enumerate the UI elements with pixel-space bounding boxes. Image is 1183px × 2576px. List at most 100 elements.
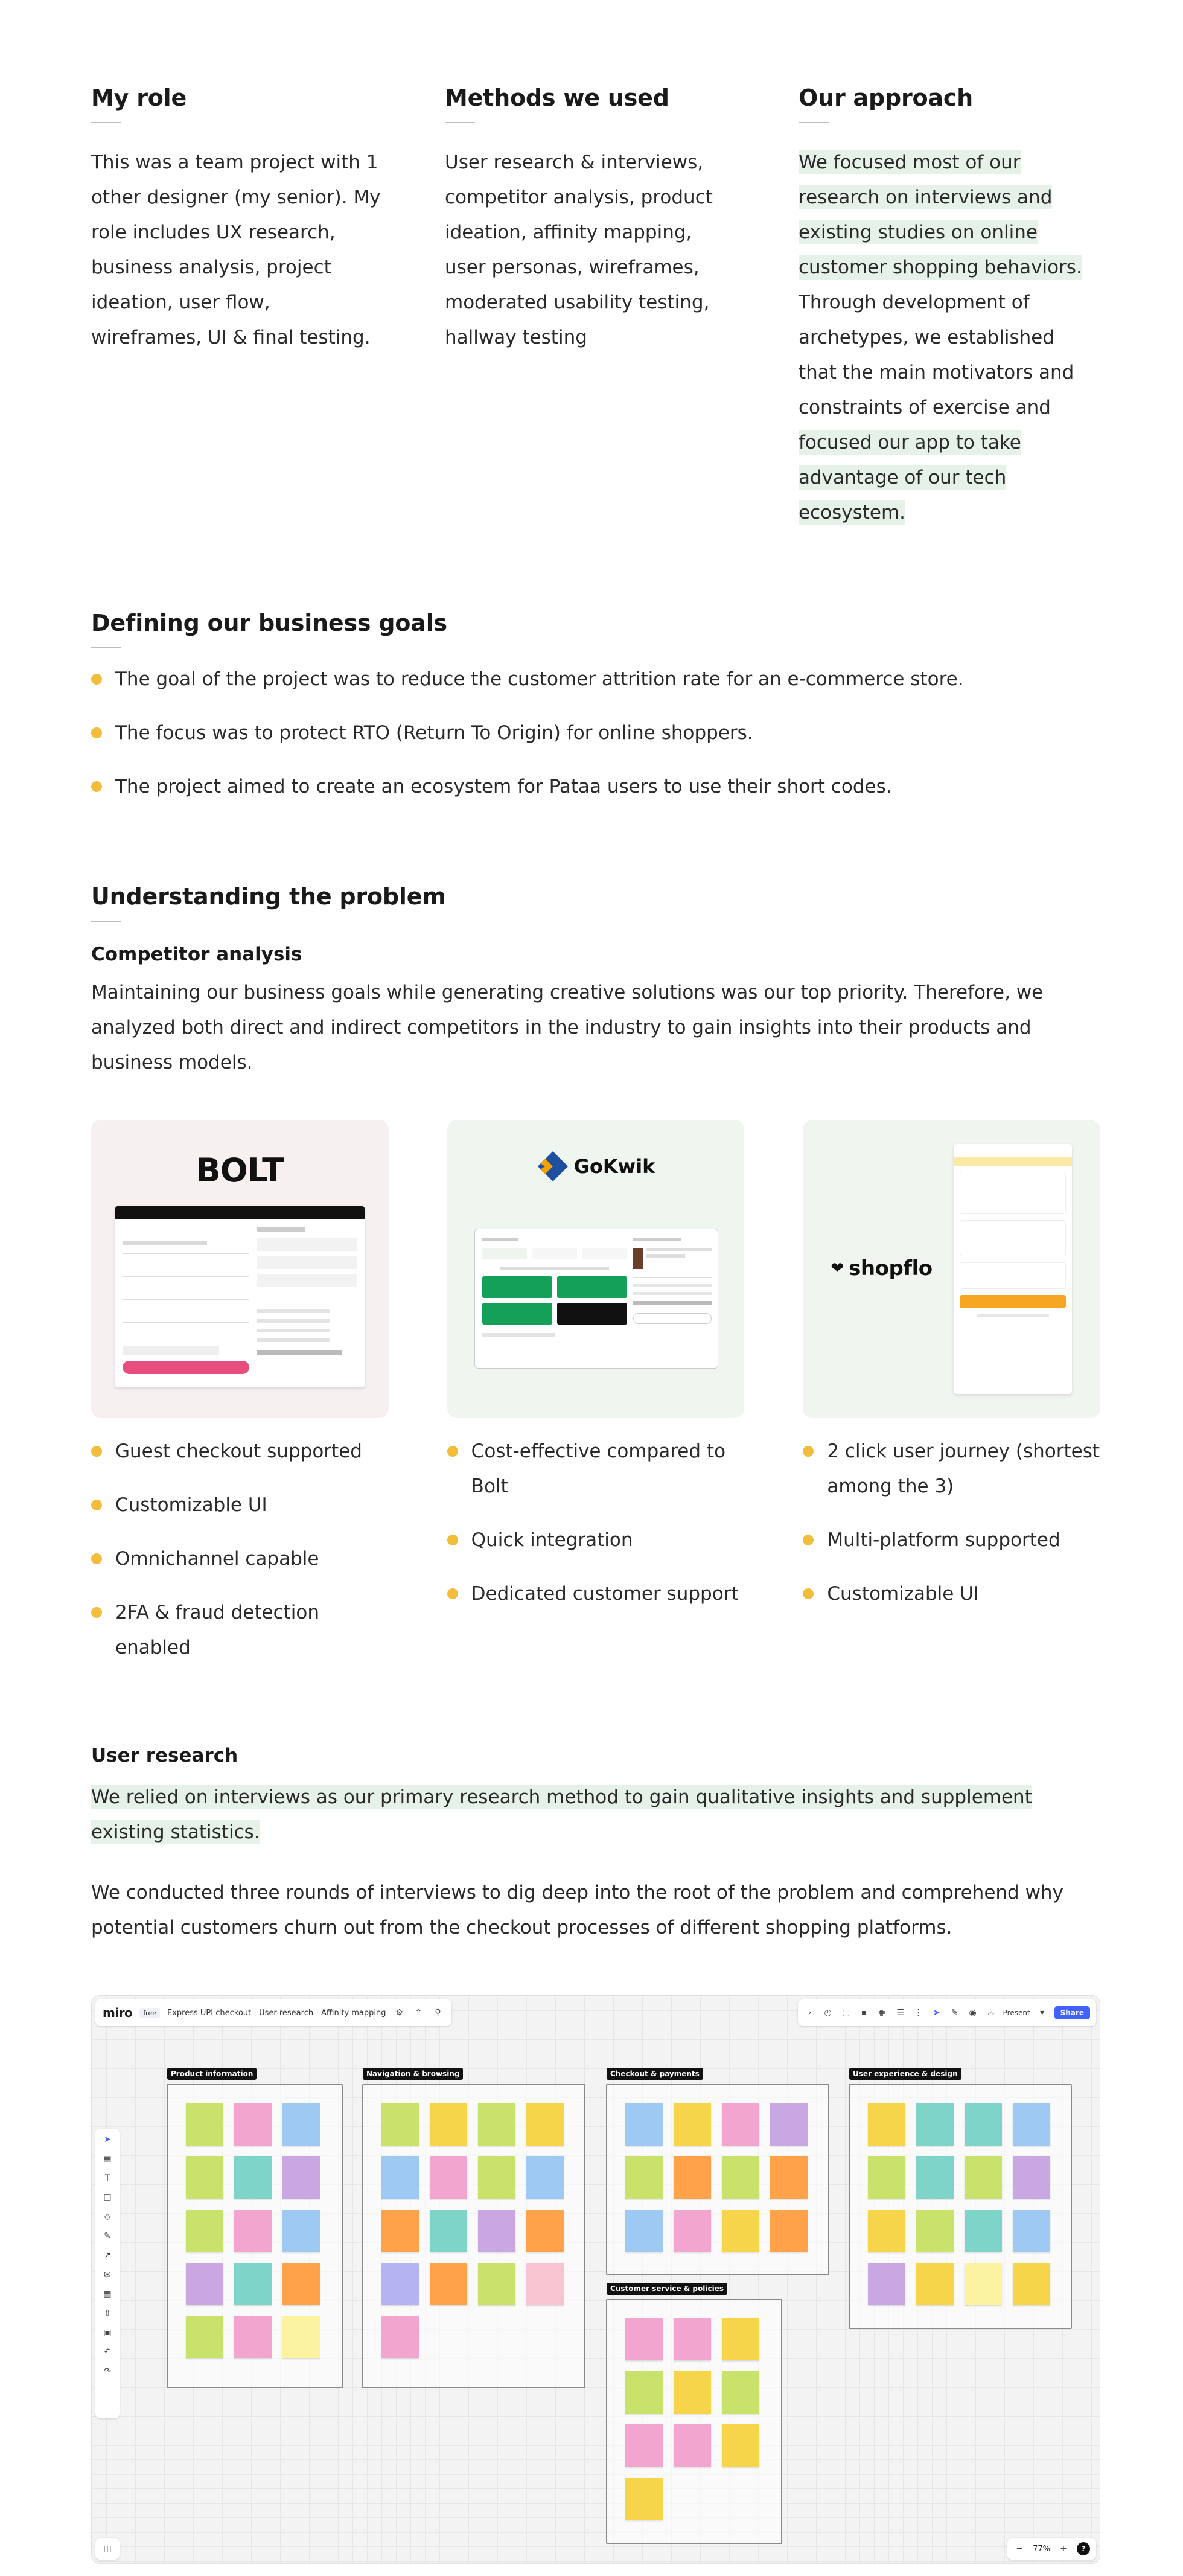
focus-icon[interactable]: ▣: [858, 2007, 870, 2019]
avatar-icon[interactable]: ◉: [967, 2007, 979, 2019]
more-icon[interactable]: ⋮: [913, 2007, 925, 2019]
select-tool-icon[interactable]: ➤: [101, 2133, 113, 2146]
sticky-note[interactable]: [282, 2210, 320, 2252]
sticky-note[interactable]: [1013, 2103, 1050, 2146]
sticky-note[interactable]: [722, 2424, 759, 2467]
sticky-note[interactable]: [868, 2156, 905, 2199]
table-tool-icon[interactable]: ▦: [101, 2153, 113, 2165]
upload-icon[interactable]: ⇧: [413, 2007, 425, 2019]
sticky-note[interactable]: [478, 2263, 515, 2305]
zoom-out-icon[interactable]: −: [1013, 2543, 1025, 2555]
comment-tool-icon[interactable]: ✉: [101, 2269, 113, 2281]
sticky-note[interactable]: [186, 2316, 223, 2358]
zoom-in-icon[interactable]: +: [1057, 2543, 1070, 2555]
sticky-note[interactable]: [234, 2210, 272, 2252]
sticky-note[interactable]: [625, 2318, 663, 2360]
sticky-note[interactable]: [770, 2156, 808, 2199]
sticky-note[interactable]: [674, 2156, 711, 2199]
sticky-note[interactable]: [186, 2103, 223, 2146]
sticky-note[interactable]: [186, 2210, 223, 2252]
sticky-note[interactable]: [478, 2103, 515, 2146]
sticky-note[interactable]: [282, 2103, 320, 2146]
text-tool-icon[interactable]: T: [101, 2172, 113, 2184]
frames-icon[interactable]: ▢: [840, 2007, 852, 2019]
sticky-note[interactable]: [625, 2103, 663, 2146]
sticky-note[interactable]: [722, 2318, 759, 2360]
reactions-icon[interactable]: ✎: [949, 2007, 961, 2019]
sticky-note[interactable]: [186, 2156, 223, 2199]
sticky-note[interactable]: [526, 2103, 564, 2146]
redo-icon[interactable]: ↷: [101, 2365, 113, 2377]
sticky-note[interactable]: [868, 2263, 905, 2305]
sticky-tool-icon[interactable]: □: [101, 2191, 113, 2204]
sticky-note[interactable]: [381, 2103, 419, 2146]
sticky-note[interactable]: [625, 2424, 663, 2467]
sticky-note[interactable]: [674, 2318, 711, 2360]
sticky-note[interactable]: [526, 2156, 564, 2199]
sticky-note[interactable]: [722, 2103, 759, 2146]
sticky-note[interactable]: [625, 2210, 663, 2252]
undo-icon[interactable]: ↶: [101, 2346, 113, 2358]
sticky-note[interactable]: [674, 2210, 711, 2252]
grid-icon[interactable]: ▦: [876, 2007, 888, 2019]
sticky-note[interactable]: [282, 2156, 320, 2199]
sticky-note[interactable]: [186, 2263, 223, 2305]
sticky-note[interactable]: [381, 2210, 419, 2252]
sticky-note[interactable]: [381, 2263, 419, 2305]
upload-tool-icon[interactable]: ⇧: [101, 2307, 113, 2319]
sticky-note[interactable]: [381, 2156, 419, 2199]
sticky-note[interactable]: [234, 2263, 272, 2305]
sticky-note[interactable]: [234, 2156, 272, 2199]
sticky-note[interactable]: [674, 2103, 711, 2146]
bell-icon[interactable]: ♨: [985, 2007, 997, 2019]
miro-board-title[interactable]: Express UPI checkout - User research - A…: [167, 2009, 386, 2018]
sticky-note[interactable]: [965, 2156, 1002, 2199]
sticky-note[interactable]: [282, 2316, 320, 2358]
sticky-note[interactable]: [478, 2210, 515, 2252]
pen-tool-icon[interactable]: ✎: [101, 2230, 113, 2242]
sticky-note[interactable]: [868, 2210, 905, 2252]
sticky-note[interactable]: [526, 2210, 564, 2252]
cursor-icon[interactable]: ➤: [931, 2007, 943, 2019]
board-panel-toggle-icon[interactable]: ◫: [95, 2538, 120, 2560]
sticky-note[interactable]: [282, 2263, 320, 2305]
sticky-note[interactable]: [1013, 2156, 1050, 2199]
sticky-note[interactable]: [674, 2424, 711, 2467]
notes-icon[interactable]: ☰: [894, 2007, 907, 2019]
sticky-note[interactable]: [916, 2156, 954, 2199]
sticky-note[interactable]: [722, 2210, 759, 2252]
sticky-note[interactable]: [1013, 2210, 1050, 2252]
sticky-note[interactable]: [430, 2263, 467, 2305]
sticky-note[interactable]: [526, 2263, 564, 2305]
sticky-note[interactable]: [965, 2103, 1002, 2146]
sticky-note[interactable]: [430, 2103, 467, 2146]
sticky-note[interactable]: [625, 2478, 663, 2520]
apps-tool-icon[interactable]: ▣: [101, 2327, 113, 2339]
sticky-note[interactable]: [965, 2210, 1002, 2252]
sticky-note[interactable]: [625, 2156, 663, 2199]
connector-tool-icon[interactable]: ↗: [101, 2249, 113, 2261]
present-button[interactable]: Present: [1003, 2009, 1030, 2017]
sticky-note[interactable]: [868, 2103, 905, 2146]
sticky-note[interactable]: [430, 2210, 467, 2252]
sticky-note[interactable]: [770, 2103, 808, 2146]
shapes-tool-icon[interactable]: ◇: [101, 2211, 113, 2223]
settings-icon[interactable]: ⚙: [394, 2007, 406, 2019]
sticky-note[interactable]: [234, 2103, 272, 2146]
sticky-note[interactable]: [478, 2156, 515, 2199]
sticky-note[interactable]: [965, 2263, 1002, 2305]
search-icon[interactable]: ⚲: [432, 2007, 444, 2019]
sticky-note[interactable]: [430, 2156, 467, 2199]
timer-icon[interactable]: ◷: [822, 2007, 834, 2019]
sticky-note[interactable]: [916, 2210, 954, 2252]
sticky-note[interactable]: [625, 2371, 663, 2414]
sticky-note[interactable]: [722, 2371, 759, 2414]
sticky-note[interactable]: [916, 2103, 954, 2146]
sticky-note[interactable]: [234, 2316, 272, 2358]
sticky-note[interactable]: [674, 2371, 711, 2414]
share-button[interactable]: Share: [1054, 2006, 1090, 2019]
sticky-note[interactable]: [722, 2156, 759, 2199]
sticky-note[interactable]: [770, 2210, 808, 2252]
sticky-note[interactable]: [1013, 2263, 1050, 2305]
chevron-down-icon[interactable]: ▾: [1036, 2007, 1048, 2019]
